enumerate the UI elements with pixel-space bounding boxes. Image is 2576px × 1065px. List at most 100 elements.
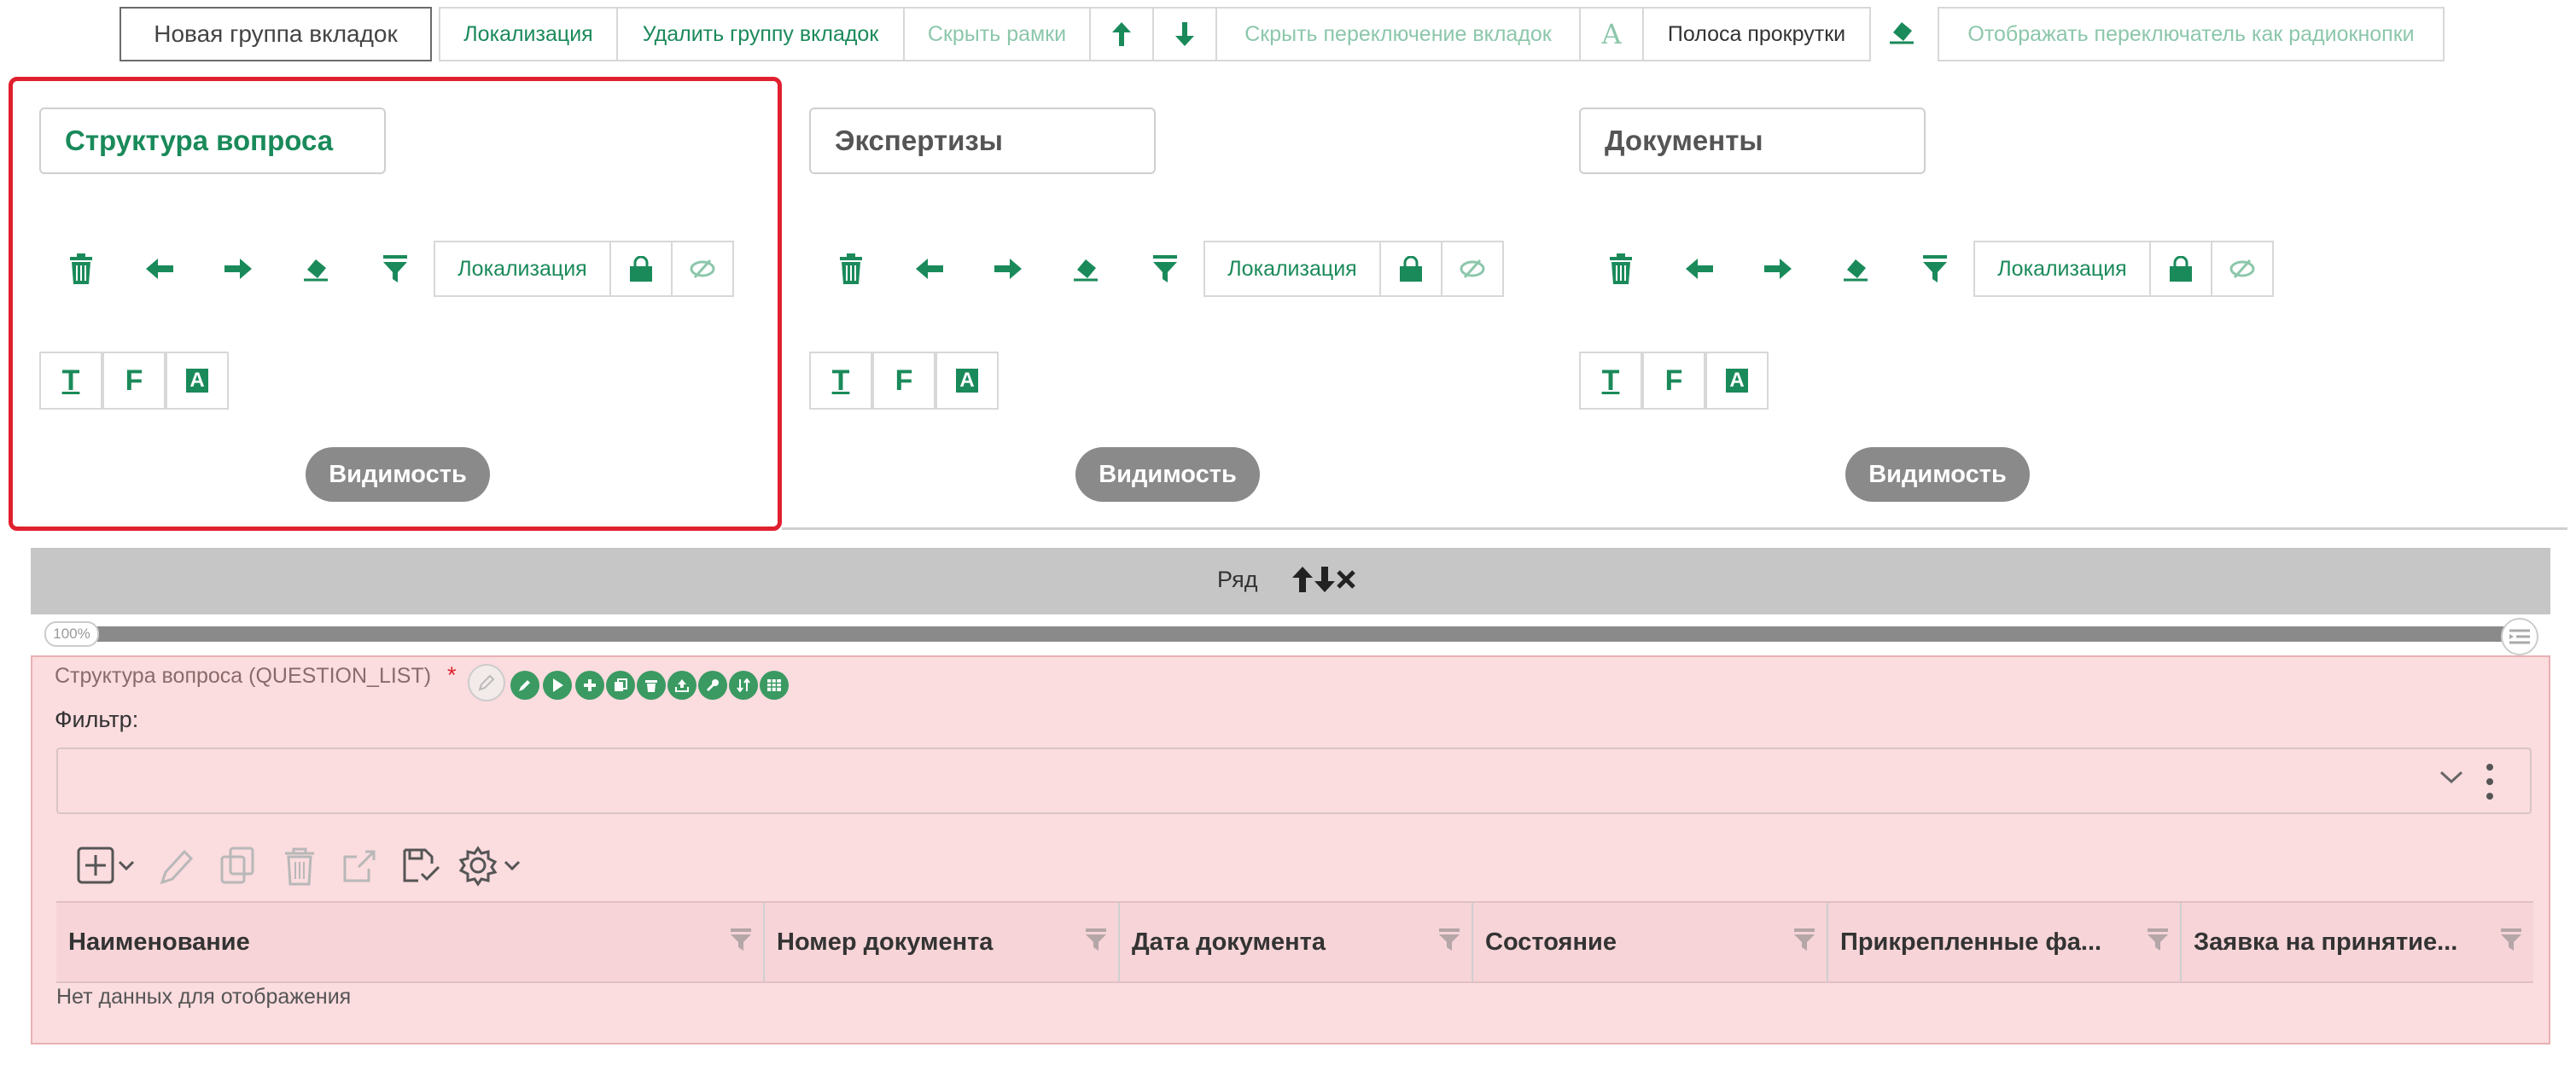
settings-dropdown-icon[interactable] bbox=[458, 845, 529, 892]
lock-icon[interactable] bbox=[2149, 241, 2212, 297]
add-row-dropdown-icon[interactable] bbox=[77, 845, 142, 892]
arrow-down-icon[interactable] bbox=[1314, 567, 1335, 592]
text-format-button[interactable]: T bbox=[39, 352, 102, 410]
font-format-button[interactable]: F bbox=[872, 352, 935, 410]
eraser-icon[interactable] bbox=[1055, 241, 1118, 297]
font-format-button[interactable]: F bbox=[1642, 352, 1705, 410]
close-icon[interactable] bbox=[1337, 567, 1355, 592]
visibility-button[interactable]: Видимость bbox=[306, 447, 490, 502]
tab-title[interactable]: Документы bbox=[1579, 108, 1926, 174]
scrollbar-button[interactable]: Полоса прокрутки bbox=[1642, 7, 1871, 61]
arrow-right-icon[interactable] bbox=[207, 241, 270, 297]
divider bbox=[782, 527, 2567, 530]
filter-icon[interactable] bbox=[1439, 928, 1460, 951]
arrow-left-icon[interactable] bbox=[898, 241, 961, 297]
sort-icon[interactable] bbox=[729, 671, 758, 700]
arrow-down-icon bbox=[1175, 22, 1194, 46]
color-format-label: A bbox=[956, 369, 978, 393]
eraser-icon[interactable] bbox=[1825, 241, 1888, 297]
delete-tab-group-button[interactable]: Удалить группу вкладок bbox=[616, 7, 905, 61]
row-controls bbox=[1292, 567, 1355, 592]
visibility-button[interactable]: Видимость bbox=[1845, 447, 2030, 502]
lock-icon[interactable] bbox=[1379, 241, 1442, 297]
font-icon-button[interactable]: A bbox=[1579, 7, 1644, 61]
copy-icon[interactable] bbox=[606, 671, 635, 700]
hidden-eye-icon[interactable] bbox=[2211, 241, 2274, 297]
slider-handle-icon[interactable] bbox=[2501, 618, 2538, 655]
tab-title[interactable]: Экспертизы bbox=[809, 108, 1156, 174]
copy-icon[interactable] bbox=[219, 845, 258, 892]
color-format-label: A bbox=[186, 369, 208, 393]
filter-icon[interactable] bbox=[1134, 241, 1197, 297]
tab-localization-button[interactable]: Локализация bbox=[1973, 241, 2151, 297]
radio-switch-button[interactable]: Отображать переключатель как радиокнопки bbox=[1938, 7, 2445, 61]
tab-title[interactable]: Структура вопроса bbox=[39, 108, 386, 174]
save-check-icon[interactable] bbox=[399, 845, 442, 892]
delete-icon[interactable] bbox=[637, 671, 666, 700]
open-external-icon[interactable] bbox=[340, 845, 379, 892]
tab-localization-button[interactable]: Локализация bbox=[434, 241, 611, 297]
column-header-label: Состояние bbox=[1485, 928, 1617, 956]
arrow-right-icon[interactable] bbox=[1746, 241, 1810, 297]
filter-icon[interactable] bbox=[731, 928, 751, 951]
visibility-button[interactable]: Видимость bbox=[1075, 447, 1260, 502]
grid-icon[interactable] bbox=[760, 671, 789, 700]
delete-icon[interactable] bbox=[1589, 241, 1652, 297]
filter-icon[interactable] bbox=[1086, 928, 1106, 951]
new-tab-group-button[interactable]: Новая группа вкладок bbox=[119, 7, 432, 61]
filter-icon[interactable] bbox=[2501, 928, 2521, 951]
move-up-button[interactable] bbox=[1089, 7, 1154, 61]
arrow-left-icon[interactable] bbox=[1668, 241, 1731, 297]
arrow-up-icon[interactable] bbox=[1292, 567, 1313, 592]
hide-frames-button[interactable]: Скрыть рамки bbox=[903, 7, 1091, 61]
column-header[interactable]: Дата документа bbox=[1120, 903, 1473, 981]
move-down-button[interactable] bbox=[1152, 7, 1217, 61]
text-format-button[interactable]: T bbox=[1579, 352, 1642, 410]
column-header[interactable]: Номер документа bbox=[765, 903, 1120, 981]
font-format-button[interactable]: F bbox=[102, 352, 166, 410]
color-format-button[interactable]: A bbox=[935, 352, 999, 410]
edit-outline-icon[interactable] bbox=[468, 664, 505, 701]
lock-icon[interactable] bbox=[609, 241, 673, 297]
more-vertical-icon[interactable] bbox=[2486, 763, 2494, 805]
wrench-icon[interactable] bbox=[698, 671, 727, 700]
column-header[interactable]: Наименование bbox=[56, 903, 765, 981]
color-format-button[interactable]: A bbox=[166, 352, 229, 410]
hide-tab-switch-button[interactable]: Скрыть переключение вкладок bbox=[1215, 7, 1581, 61]
delete-icon[interactable] bbox=[819, 241, 883, 297]
filter-icon[interactable] bbox=[2148, 928, 2168, 951]
width-badge: 100% bbox=[44, 621, 99, 647]
filter-icon[interactable] bbox=[1794, 928, 1815, 951]
filter-icon[interactable] bbox=[1903, 241, 1967, 297]
arrow-right-icon[interactable] bbox=[976, 241, 1040, 297]
filter-icon[interactable] bbox=[364, 241, 427, 297]
tab-localization-button[interactable]: Локализация bbox=[1203, 241, 1381, 297]
edit-icon[interactable] bbox=[510, 671, 539, 700]
color-format-button[interactable]: A bbox=[1705, 352, 1769, 410]
column-header[interactable]: Состояние bbox=[1473, 903, 1828, 981]
add-icon[interactable] bbox=[575, 671, 604, 700]
export-icon[interactable] bbox=[667, 671, 696, 700]
text-format-button[interactable]: T bbox=[809, 352, 872, 410]
column-header-label: Заявка на принятие... bbox=[2194, 928, 2458, 956]
eraser-icon[interactable] bbox=[1888, 17, 1917, 50]
filter-input[interactable] bbox=[56, 748, 2532, 814]
chevron-down-icon[interactable] bbox=[2439, 770, 2463, 789]
localization-button[interactable]: Локализация bbox=[439, 7, 618, 61]
column-header[interactable]: Заявка на принятие... bbox=[2182, 903, 2533, 981]
empty-table-message: Нет данных для отображения bbox=[56, 985, 352, 1009]
delete-icon[interactable] bbox=[50, 241, 113, 297]
arrow-left-icon[interactable] bbox=[128, 241, 191, 297]
column-header[interactable]: Прикрепленные фа... bbox=[1828, 903, 2182, 981]
delete-icon[interactable] bbox=[280, 845, 319, 892]
filter-label: Фильтр: bbox=[55, 707, 139, 732]
eraser-icon[interactable] bbox=[285, 241, 348, 297]
hidden-eye-icon[interactable] bbox=[1441, 241, 1504, 297]
color-format-label: A bbox=[1726, 369, 1748, 393]
edit-icon[interactable] bbox=[157, 845, 196, 892]
width-slider-track[interactable] bbox=[50, 626, 2516, 642]
column-header-label: Дата документа bbox=[1132, 928, 1326, 956]
arrow-up-icon bbox=[1112, 22, 1131, 46]
hidden-eye-icon[interactable] bbox=[671, 241, 734, 297]
play-icon[interactable] bbox=[543, 671, 572, 700]
